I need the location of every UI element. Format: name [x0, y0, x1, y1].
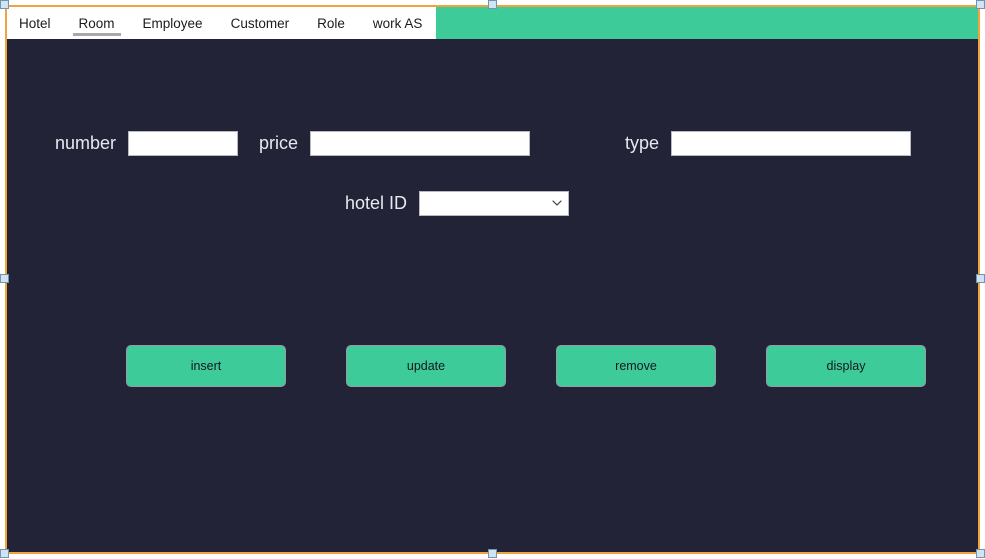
action-button-row: insert update remove display — [7, 345, 978, 387]
tab-label: Role — [317, 15, 345, 31]
remove-button[interactable]: remove — [556, 345, 716, 387]
tab-hotel[interactable]: Hotel — [7, 7, 65, 39]
tab-work-as[interactable]: work AS — [358, 7, 437, 39]
tab-customer[interactable]: Customer — [216, 7, 304, 39]
tab-label: Room — [78, 15, 115, 31]
resize-handle-middle-left[interactable] — [0, 274, 9, 283]
tab-label: Customer — [230, 15, 290, 31]
tab-bar-filler — [436, 7, 978, 39]
price-label: price — [259, 132, 299, 153]
app-window: Hotel Room Employee Customer Role work A… — [5, 5, 980, 554]
resize-handle-middle-right[interactable] — [976, 274, 985, 283]
hotel-id-select[interactable] — [419, 190, 570, 216]
display-button[interactable]: display — [766, 345, 926, 387]
resize-handle-top-right[interactable] — [976, 0, 985, 9]
price-input[interactable] — [310, 130, 531, 156]
tab-active-indicator — [72, 33, 121, 36]
resize-handle-bottom-right[interactable] — [976, 549, 985, 558]
tab-employee[interactable]: Employee — [128, 7, 217, 39]
resize-handle-top-left[interactable] — [0, 0, 9, 9]
field-group-number: number — [55, 130, 239, 156]
number-label: number — [55, 132, 117, 153]
tab-room[interactable]: Room — [64, 7, 129, 39]
tab-label: Hotel — [19, 15, 51, 31]
resize-handle-top-center[interactable] — [488, 0, 497, 9]
tab-role[interactable]: Role — [303, 7, 359, 39]
insert-button[interactable]: insert — [126, 345, 286, 387]
field-group-hotel-id: hotel ID — [345, 190, 570, 216]
field-group-type: type — [625, 130, 912, 156]
tab-label: work AS — [372, 15, 423, 31]
resize-handle-bottom-center[interactable] — [488, 549, 497, 558]
tab-bar: Hotel Room Employee Customer Role work A… — [7, 7, 978, 39]
tab-label: Employee — [142, 15, 203, 31]
resize-handle-bottom-left[interactable] — [0, 549, 9, 558]
field-group-price: price — [259, 130, 531, 156]
type-input[interactable] — [671, 130, 912, 156]
number-input[interactable] — [128, 130, 239, 156]
chevron-down-icon — [552, 198, 562, 207]
update-button[interactable]: update — [346, 345, 506, 387]
hotel-id-label: hotel ID — [345, 192, 408, 213]
form-panel: number price type hotel ID insert update… — [7, 39, 978, 552]
type-label: type — [625, 132, 660, 153]
